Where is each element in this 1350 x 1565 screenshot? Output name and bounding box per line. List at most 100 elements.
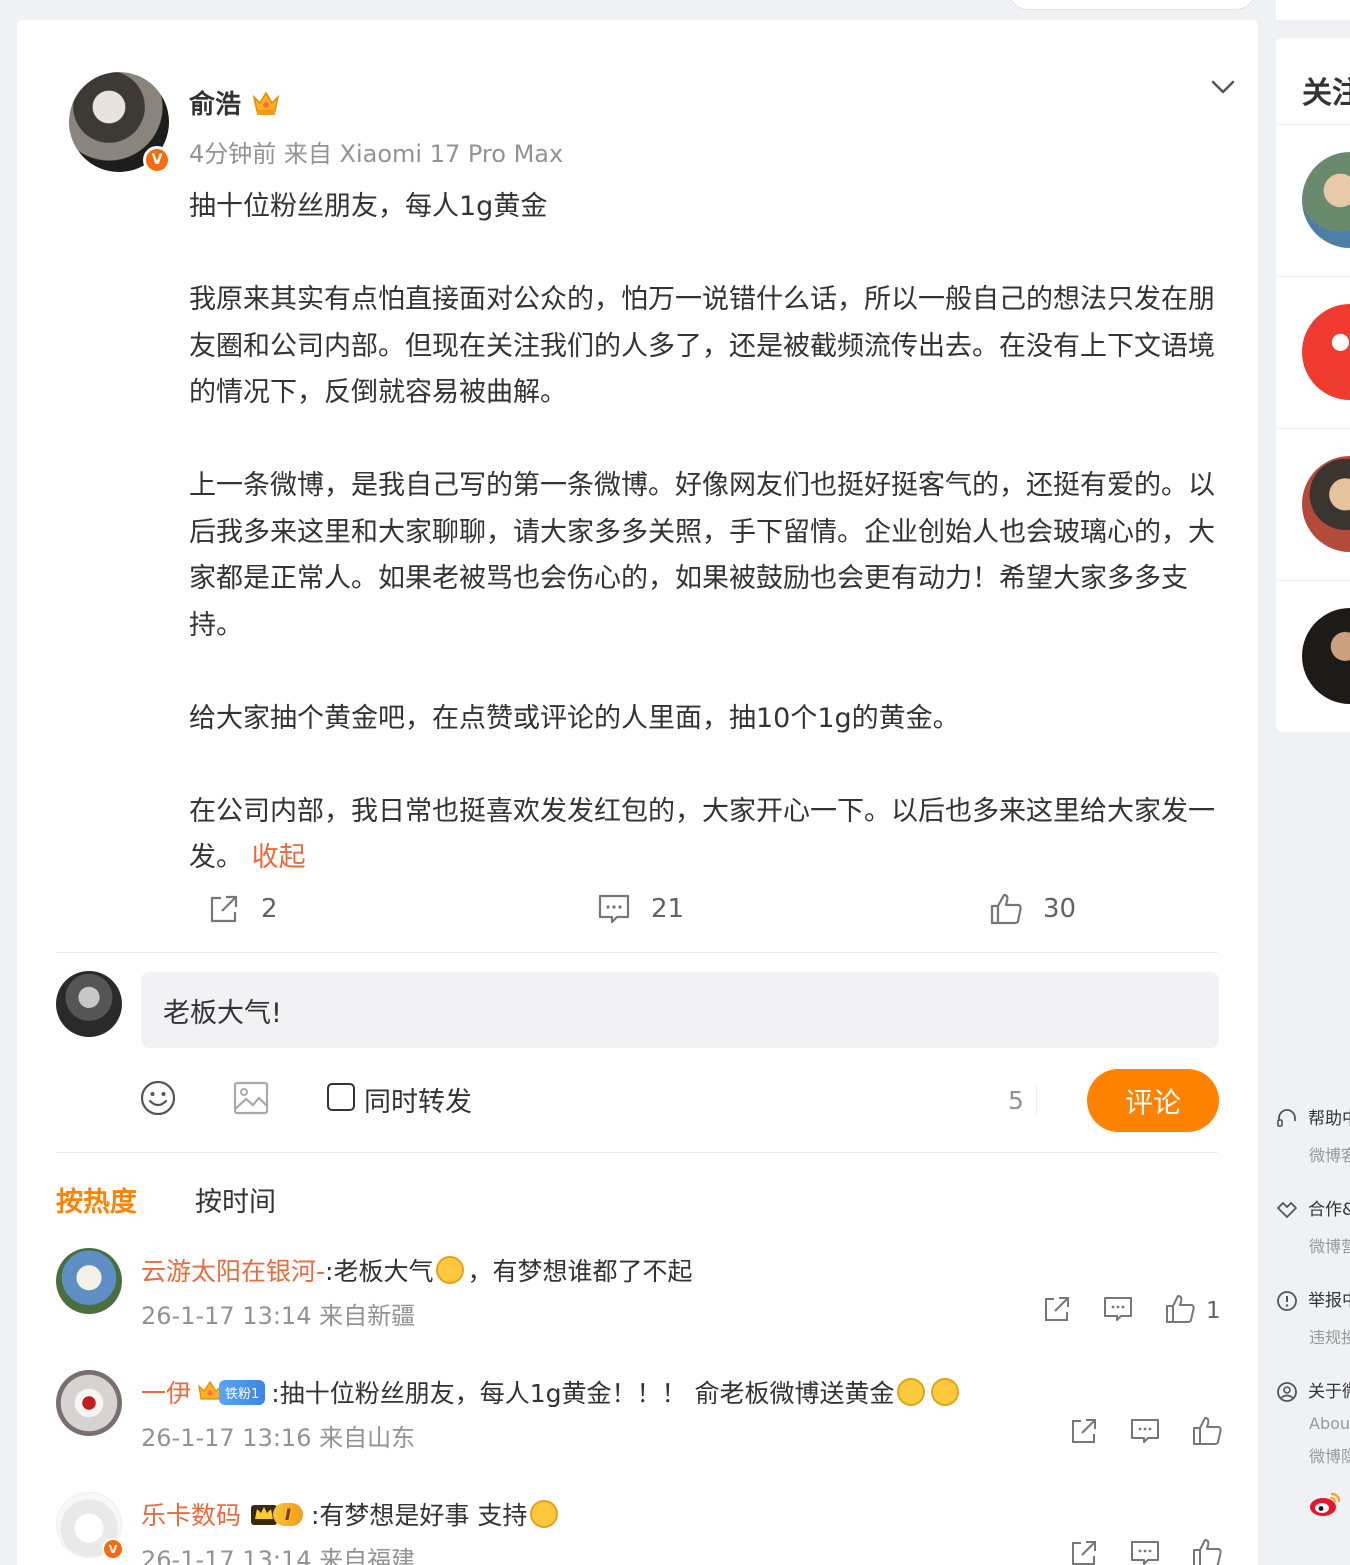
comment-text: :有梦想是好事 支持	[310, 1501, 528, 1530]
follow-recommendation-panel: 关注	[1276, 38, 1350, 732]
footer-link-help[interactable]: 帮助中心	[1276, 1104, 1350, 1130]
divider	[1276, 428, 1350, 429]
verified-badge-icon: V	[102, 1538, 124, 1560]
submit-comment-button[interactable]: 评论	[1087, 1069, 1219, 1132]
panel-title: 关注	[1302, 76, 1350, 111]
footer-link-label: 举报中心	[1308, 1291, 1350, 1311]
user-circle-icon	[1277, 1382, 1297, 1402]
fan-badge: 铁粉1	[197, 1379, 266, 1405]
comment-text-row: 云游太阳在银河- :老板大气 ，有梦想谁都了不起	[141, 1252, 692, 1288]
my-avatar[interactable]	[56, 971, 122, 1037]
comment-count: 21	[651, 894, 685, 924]
comment-text-row: 乐卡数码 I :有梦想是好事 支持	[141, 1496, 561, 1532]
post-paragraph: 抽十位粉丝朋友，每人1g黄金	[189, 191, 548, 222]
author-name[interactable]: 俞浩	[189, 84, 241, 121]
count-separator	[1036, 1086, 1037, 1114]
footer-sublink[interactable]: 微博客服	[1309, 1142, 1350, 1166]
comment-username[interactable]: 乐卡数码	[141, 1496, 241, 1532]
footer-sublink[interactable]: 违规投诉	[1309, 1324, 1350, 1348]
share-icon[interactable]	[1069, 1416, 1099, 1446]
footer-sublink[interactable]: 微博隐私	[1309, 1443, 1350, 1467]
tab-sort-time[interactable]: 按时间	[195, 1180, 276, 1219]
repost-count: 2	[261, 894, 278, 924]
footer-link-label: 合作&服务	[1308, 1200, 1350, 1220]
post-paragraph: 在公司内部，我日常也挺喜欢发发红包的，大家开心一下。以后也多来这里给大家发一发。…	[189, 789, 1239, 882]
like-count: 30	[1043, 894, 1077, 924]
post-paragraph: 给大家抽个黄金吧，在点赞或评论的人里面，抽10个1g的黄金。	[189, 702, 960, 734]
divider	[1276, 580, 1350, 581]
comment-icon[interactable]	[1130, 1416, 1160, 1446]
level-badge: I	[249, 1501, 303, 1527]
post-card: V 俞浩 4分钟前 来自 Xiaomi 17 Pro Max 抽十位粉丝朋友，每…	[17, 20, 1258, 1565]
char-count: 5	[1008, 1086, 1024, 1115]
alert-icon	[1277, 1291, 1297, 1311]
collapse-link[interactable]: 收起	[252, 842, 306, 873]
right-header-stub	[1276, 0, 1350, 20]
like-button[interactable]: 30	[989, 892, 1076, 926]
footer-link-label: 帮助中心	[1308, 1109, 1350, 1129]
repost-button[interactable]: 2	[207, 892, 278, 926]
thumbs-up-icon[interactable]	[1165, 1294, 1195, 1324]
divider	[1276, 276, 1350, 277]
comment-input[interactable]	[141, 972, 1219, 1048]
emoji-surprised-icon	[897, 1378, 926, 1406]
search-bar-stub[interactable]	[1008, 0, 1256, 10]
thumbs-up-icon[interactable]	[1192, 1538, 1222, 1565]
handshake-icon	[1277, 1202, 1297, 1218]
comment-avatar[interactable]	[56, 1248, 122, 1314]
verified-badge-icon: V	[143, 146, 171, 174]
weibo-logo-icon	[1310, 1492, 1341, 1516]
divider	[56, 1152, 1218, 1153]
thumbs-up-icon	[990, 893, 1022, 925]
comment-text-row: 一伊 铁粉1 :抽十位粉丝朋友，每人1g黄金！！！ 俞老板微博送黄金	[141, 1374, 962, 1410]
comment-text: :抽十位粉丝朋友，每人1g黄金！！！ 俞老板微博送黄金	[271, 1379, 895, 1408]
recommended-user-avatar[interactable]	[1302, 456, 1350, 552]
recommended-user-avatar[interactable]	[1302, 608, 1350, 704]
emoji-icon[interactable]	[140, 1080, 176, 1116]
comment-time: 26-1-17 13:14 来自福建	[141, 1546, 416, 1565]
recommended-user-avatar[interactable]	[1302, 152, 1350, 248]
comment-like-count: 1	[1206, 1298, 1221, 1324]
footer-link-about[interactable]: 关于微博	[1276, 1377, 1350, 1403]
image-icon[interactable]	[233, 1081, 269, 1115]
chevron-down-icon[interactable]	[1209, 76, 1237, 98]
comment-button[interactable]: 21	[597, 892, 684, 926]
fan-level-badge: 铁粉1	[219, 1379, 266, 1405]
share-icon[interactable]	[1069, 1538, 1099, 1565]
comment-username[interactable]: 云游太阳在银河-	[141, 1252, 325, 1288]
post-paragraph: 我原来其实有点怕直接面对公众的，怕万一说错什么话，所以一般自己的想法只发在朋友圈…	[189, 284, 1215, 408]
comment-icon[interactable]	[1130, 1538, 1160, 1565]
footer-link-report[interactable]: 举报中心	[1276, 1286, 1350, 1312]
footer-link-cooperation[interactable]: 合作&服务	[1276, 1195, 1350, 1221]
comment-icon[interactable]	[1103, 1294, 1133, 1324]
comment-avatar[interactable]: V	[56, 1492, 124, 1560]
footer-link-label: 关于微博	[1308, 1382, 1350, 1402]
comment-avatar[interactable]	[56, 1370, 122, 1436]
author-avatar[interactable]: V	[69, 72, 171, 174]
comment-text: ，有梦想谁都了不起	[467, 1257, 693, 1286]
comment-time: 26-1-17 13:16 来自山东	[141, 1424, 416, 1452]
post-actions: 2 21 30	[17, 892, 1258, 938]
headset-icon	[1277, 1109, 1296, 1127]
share-icon[interactable]	[1042, 1294, 1072, 1324]
comment-icon	[598, 894, 630, 924]
post-paragraph-text: 在公司内部，我日常也挺喜欢发发红包的，大家开心一下。以后也多来这里给大家发一发。	[189, 795, 1215, 874]
footer-sublink[interactable]: About	[1309, 1414, 1350, 1433]
repost-checkbox-label[interactable]: 同时转发	[364, 1080, 472, 1119]
post-meta: 4分钟前 来自 Xiaomi 17 Pro Max	[189, 140, 564, 168]
divider	[56, 952, 1218, 953]
level-badge-label: I	[273, 1502, 303, 1526]
emoji-666-icon	[530, 1500, 559, 1528]
tab-sort-hot[interactable]: 按热度	[56, 1180, 137, 1219]
repost-checkbox[interactable]	[327, 1083, 355, 1111]
recommended-user-avatar[interactable]	[1302, 304, 1350, 400]
post-paragraph: 上一条微博，是我自己写的第一条微博。好像网友们也挺好挺客气的，还挺有爱的。以后我…	[189, 470, 1215, 641]
divider	[1276, 124, 1350, 125]
thumbs-up-icon[interactable]	[1192, 1416, 1222, 1446]
comment-username[interactable]: 一伊	[141, 1374, 191, 1410]
share-icon	[210, 895, 238, 923]
footer-sublink[interactable]: 微博营销	[1309, 1233, 1350, 1257]
emoji-woman-raising-hand-icon	[436, 1256, 465, 1284]
comment-text: :老板大气	[325, 1257, 434, 1286]
emoji-surprised-icon	[931, 1378, 960, 1406]
